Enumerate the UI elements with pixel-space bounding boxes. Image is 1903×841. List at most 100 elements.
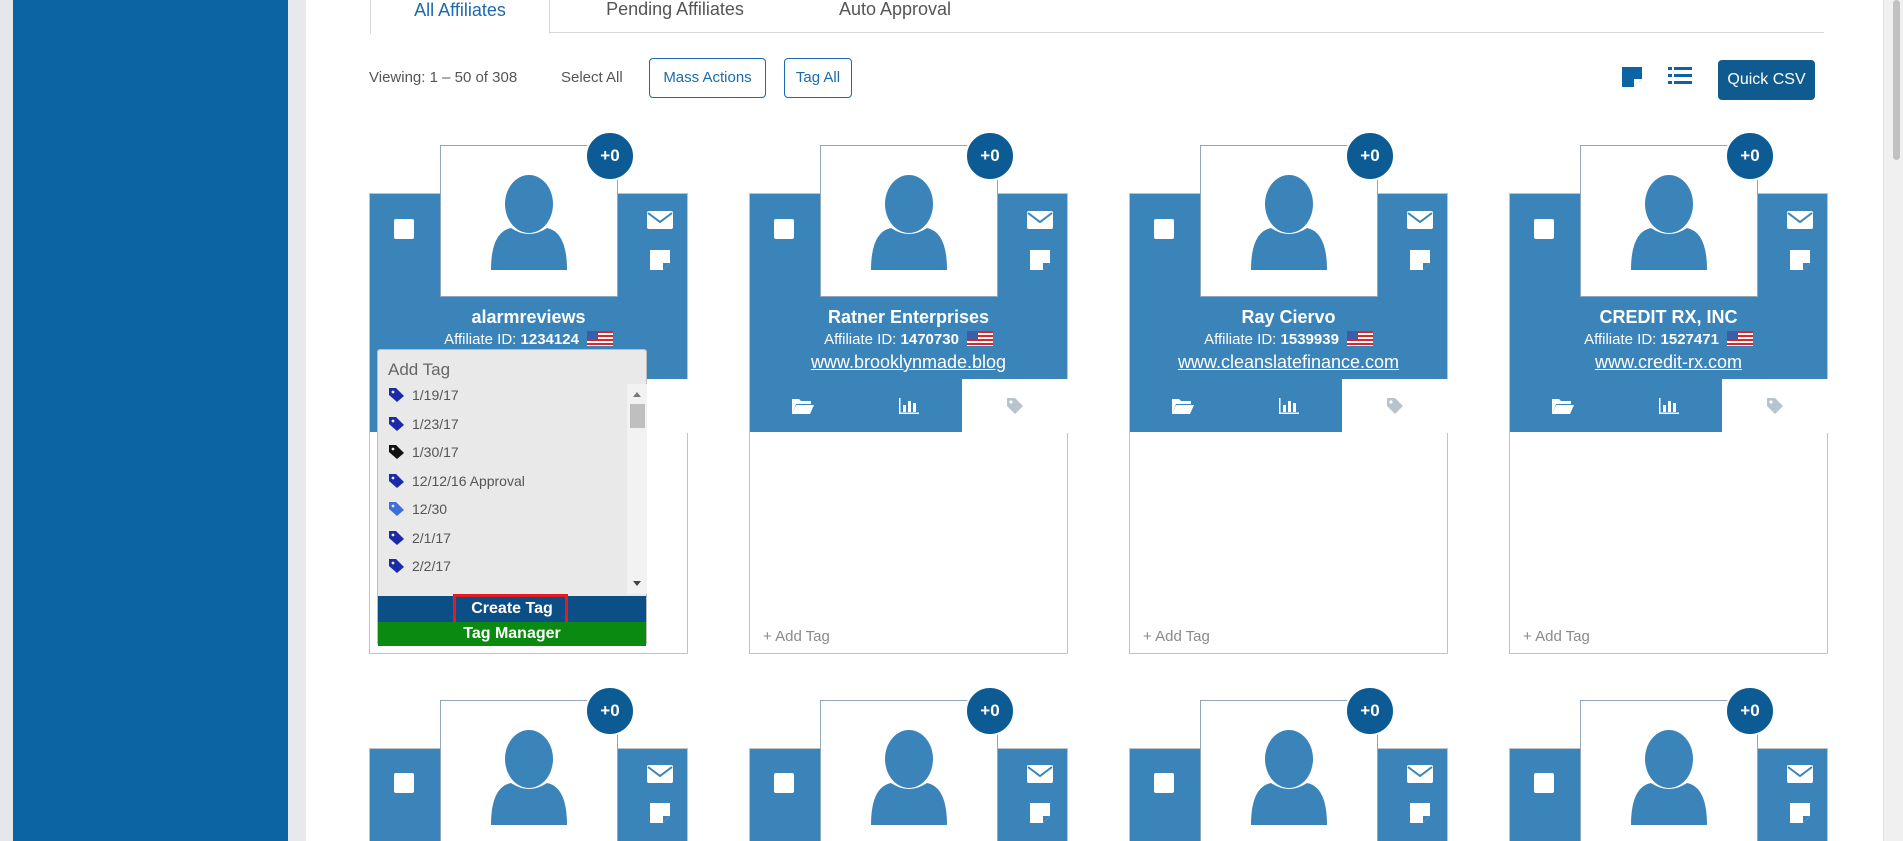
tab-files[interactable] [750, 379, 856, 433]
tab-tags[interactable] [1342, 379, 1448, 433]
sidebar [13, 0, 288, 841]
affiliate-id: Affiliate ID: 1539939 [1130, 331, 1447, 348]
tag-option-label: 1/30/17 [412, 444, 459, 460]
email-icon[interactable] [1786, 764, 1814, 789]
add-tag-link[interactable]: + Add Tag [1143, 628, 1210, 645]
affiliate-name: Ratner Enterprises [827, 307, 990, 327]
tag-icon [389, 502, 404, 516]
list-view-icon[interactable] [1668, 66, 1692, 86]
affiliate-id-value: 1234124 [520, 331, 579, 348]
note-icon[interactable] [1788, 248, 1812, 277]
note-icon[interactable] [1028, 801, 1052, 830]
card-tabs [1130, 379, 1448, 433]
add-tag-link[interactable]: + Add Tag [763, 628, 830, 645]
tag-option-label: 1/19/17 [412, 387, 459, 403]
select-checkbox[interactable] [1154, 773, 1174, 793]
tab-stats[interactable] [1236, 379, 1342, 433]
select-all-link[interactable]: Select All [561, 69, 623, 86]
tag-option-label: 1/23/17 [412, 415, 459, 432]
select-checkbox[interactable] [1534, 219, 1554, 239]
folder-icon [1171, 397, 1195, 420]
tab-pending-affiliates[interactable]: Pending Affiliates [570, 0, 780, 33]
left-gutter [0, 0, 13, 841]
affiliate-website-link[interactable]: www.cleanslatefinance.com [1130, 352, 1447, 373]
card-tabs [1510, 379, 1828, 433]
email-icon[interactable] [1026, 764, 1054, 789]
tab-files[interactable] [1130, 379, 1236, 433]
folder-icon [1551, 397, 1575, 420]
count-badge[interactable]: +0 [965, 686, 1015, 736]
affiliate-id-value: 1527471 [1660, 331, 1719, 348]
count-badge[interactable]: +0 [1345, 686, 1395, 736]
quick-csv-button[interactable]: Quick CSV [1718, 60, 1815, 100]
affiliate-id-value: 1539939 [1280, 331, 1339, 348]
email-icon[interactable] [646, 210, 674, 235]
count-badge[interactable]: +0 [585, 131, 635, 181]
card-tabs [750, 379, 1068, 433]
note-icon[interactable] [1408, 801, 1432, 830]
tab-tags[interactable] [962, 379, 1068, 433]
dropdown-title: Add Tag [388, 360, 451, 379]
person-icon [1627, 174, 1711, 277]
viewing-count: Viewing: 1 – 50 of 308 [369, 69, 518, 86]
tab-all-affiliates[interactable]: All Affiliates [370, 0, 550, 34]
us-flag-icon [1339, 331, 1373, 348]
person-icon [1247, 729, 1331, 832]
tab-files[interactable] [1510, 379, 1616, 433]
affiliate-name: alarmreviews [471, 307, 586, 327]
count-badge[interactable]: +0 [1725, 686, 1775, 736]
tab-auto-approval[interactable]: Auto Approval [800, 0, 990, 33]
email-icon[interactable] [646, 764, 674, 789]
affiliate-id: Affiliate ID: 1234124 [370, 331, 687, 348]
tag-manager-button[interactable]: Tag Manager [378, 622, 646, 646]
affiliate-website-link[interactable]: www.credit-rx.com [1510, 352, 1827, 373]
email-icon[interactable] [1026, 210, 1054, 235]
bar-chart-icon [898, 397, 920, 420]
affiliate-name: Ray Ciervo [1241, 307, 1336, 327]
select-checkbox[interactable] [774, 773, 794, 793]
select-checkbox[interactable] [774, 219, 794, 239]
count-badge[interactable]: +0 [1345, 131, 1395, 181]
tab-stats[interactable] [1616, 379, 1722, 433]
us-flag-icon [959, 331, 993, 348]
grid-view-icon[interactable] [1621, 66, 1643, 88]
bar-chart-icon [1278, 397, 1300, 420]
count-badge[interactable]: +0 [585, 686, 635, 736]
email-icon[interactable] [1406, 764, 1434, 789]
scroll-down-arrow-icon[interactable] [627, 578, 647, 590]
email-icon[interactable] [1406, 210, 1434, 235]
us-flag-icon [579, 331, 613, 348]
select-checkbox[interactable] [1154, 219, 1174, 239]
note-icon[interactable] [1788, 801, 1812, 830]
scroll-up-arrow-icon[interactable] [627, 388, 647, 400]
person-icon [487, 174, 571, 277]
count-badge[interactable]: +0 [965, 131, 1015, 181]
folder-icon [791, 397, 815, 420]
select-checkbox[interactable] [1534, 773, 1554, 793]
count-badge[interactable]: +0 [1725, 131, 1775, 181]
affiliate-website-link[interactable]: www.brooklynmade.blog [750, 352, 1067, 373]
affiliate-tabs: All Affiliates Pending Affiliates Auto A… [370, 0, 1824, 34]
tab-tags[interactable] [1722, 379, 1828, 433]
note-icon[interactable] [1028, 248, 1052, 277]
tag-all-button[interactable]: Tag All [784, 58, 852, 98]
mass-actions-button[interactable]: Mass Actions [649, 58, 766, 98]
select-checkbox[interactable] [394, 219, 414, 239]
note-icon[interactable] [648, 248, 672, 277]
add-tag-link[interactable]: + Add Tag [1523, 628, 1590, 645]
note-icon[interactable] [648, 801, 672, 830]
tag-list-scrollbar-thumb[interactable] [630, 404, 645, 428]
select-checkbox[interactable] [394, 773, 414, 793]
email-icon[interactable] [1786, 210, 1814, 235]
tag-list-scrollbar[interactable] [627, 384, 647, 594]
tag-icon [389, 559, 404, 573]
tab-stats[interactable] [856, 379, 962, 433]
tag-icon [389, 416, 404, 431]
note-icon[interactable] [1408, 248, 1432, 277]
tag-option-label: 12/30 [412, 501, 448, 517]
affiliate-id: Affiliate ID: 1527471 [1510, 331, 1827, 348]
tag-icon [389, 473, 404, 488]
tag-icon [1385, 396, 1405, 421]
page-scrollbar-thumb[interactable] [1893, 0, 1900, 160]
affiliate-id-label: Affiliate ID: [444, 331, 517, 348]
